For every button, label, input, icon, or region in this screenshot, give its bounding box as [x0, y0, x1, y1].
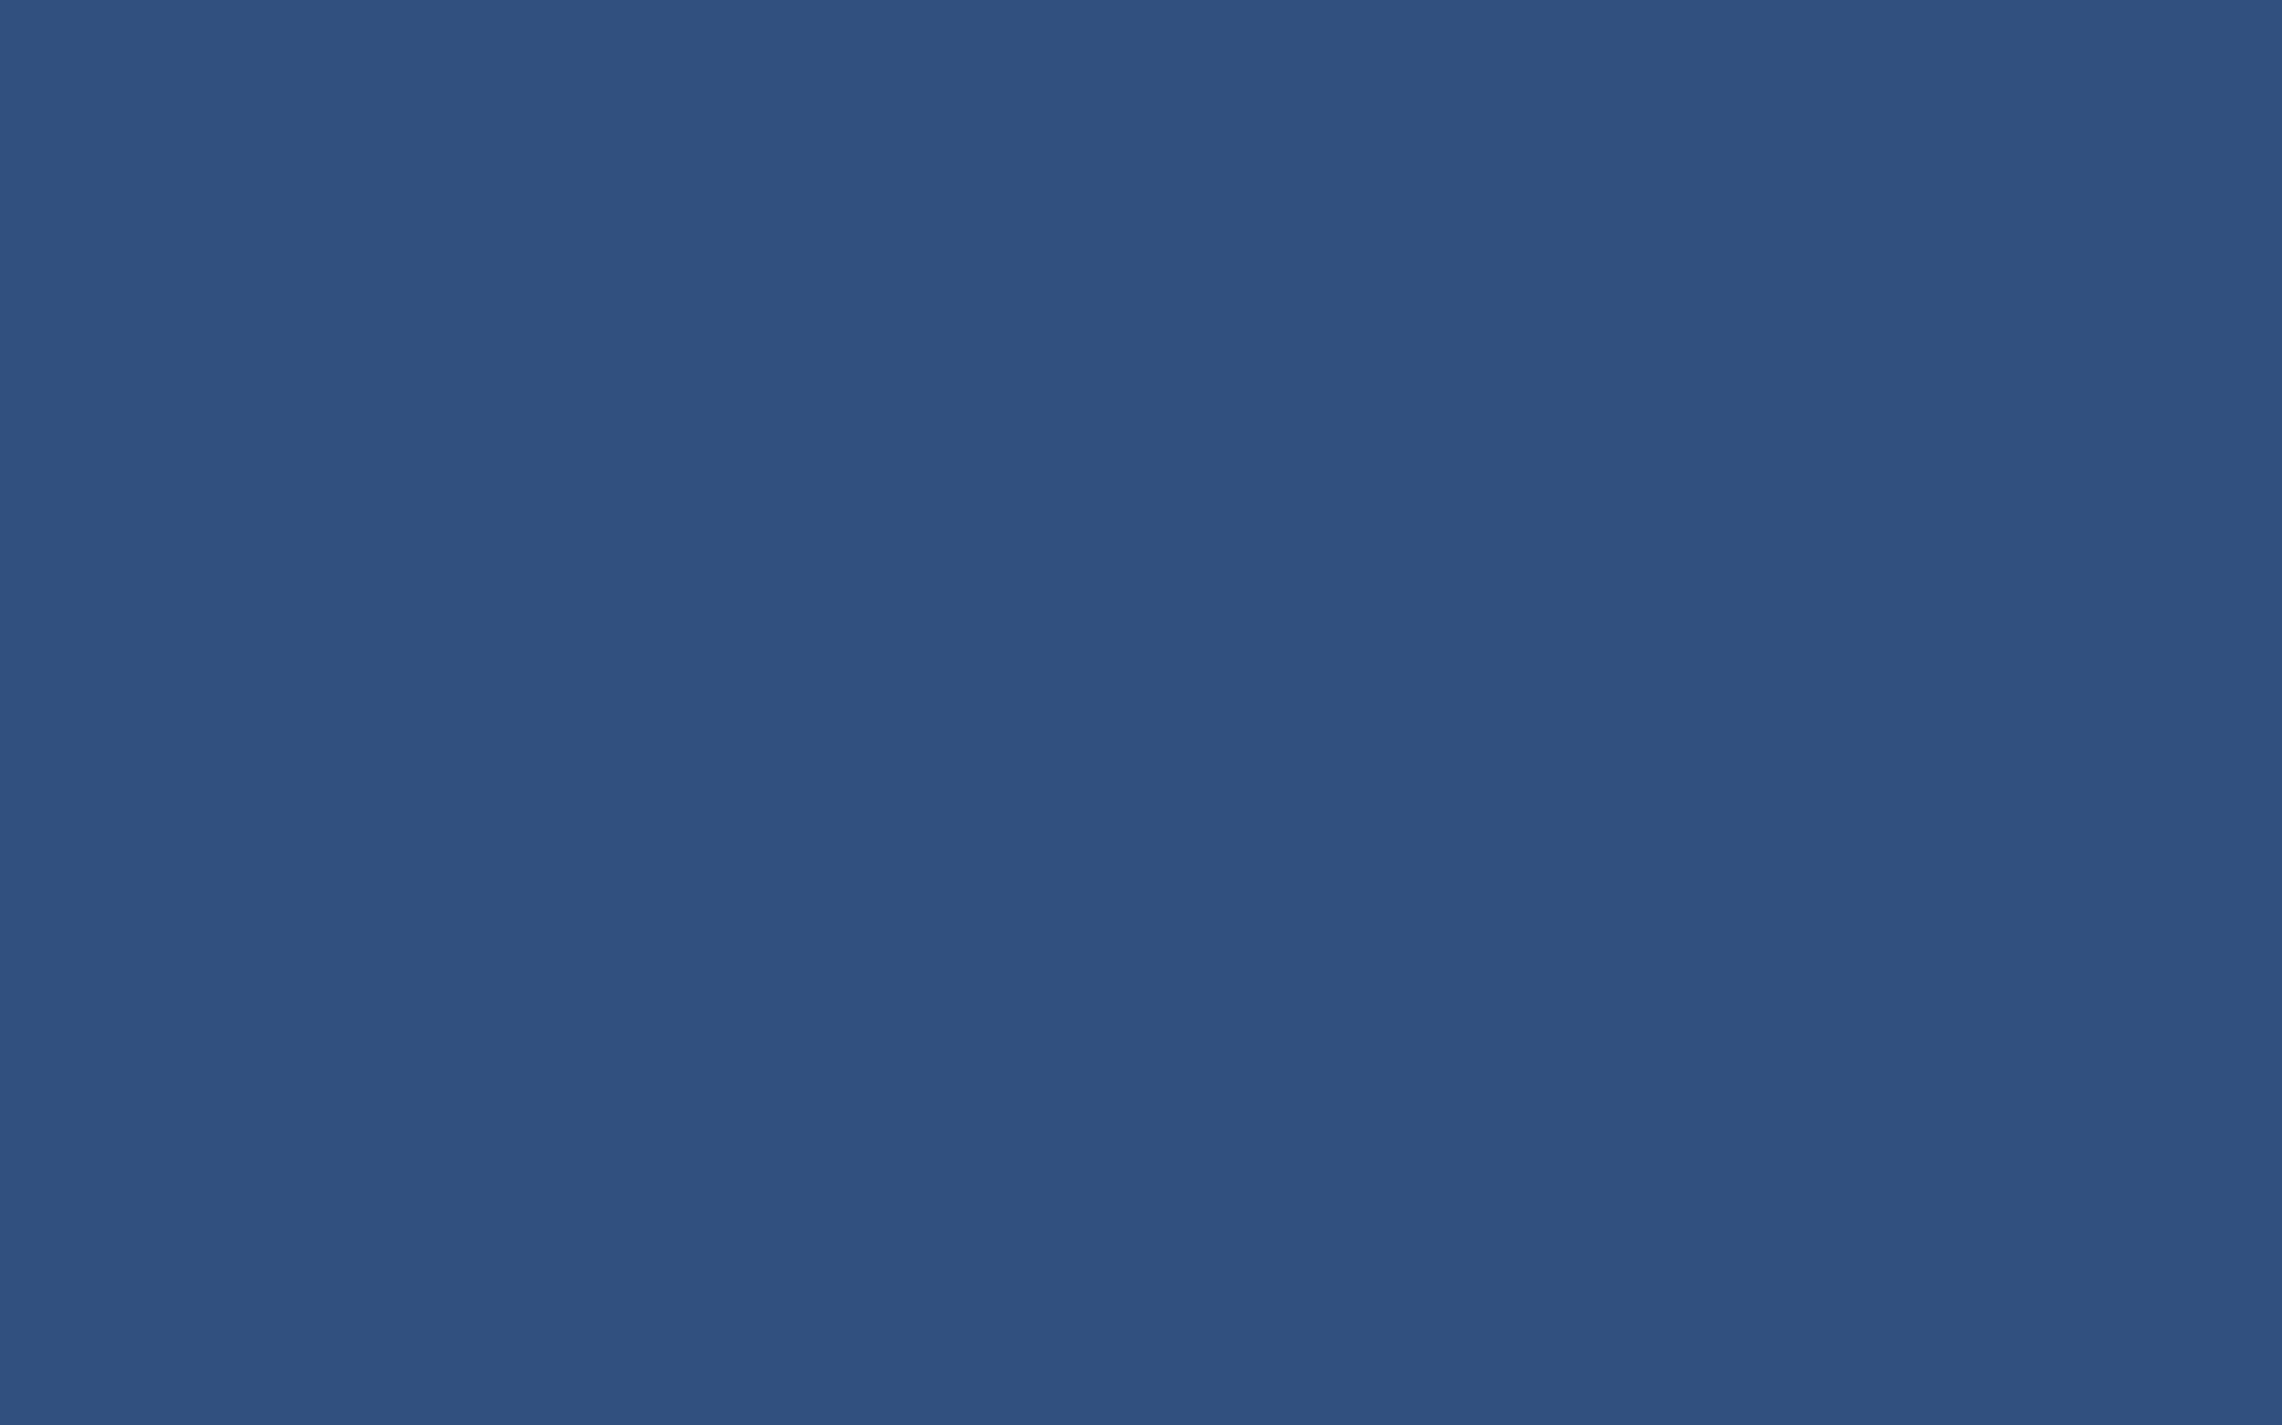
screen [0, 0, 2282, 1425]
